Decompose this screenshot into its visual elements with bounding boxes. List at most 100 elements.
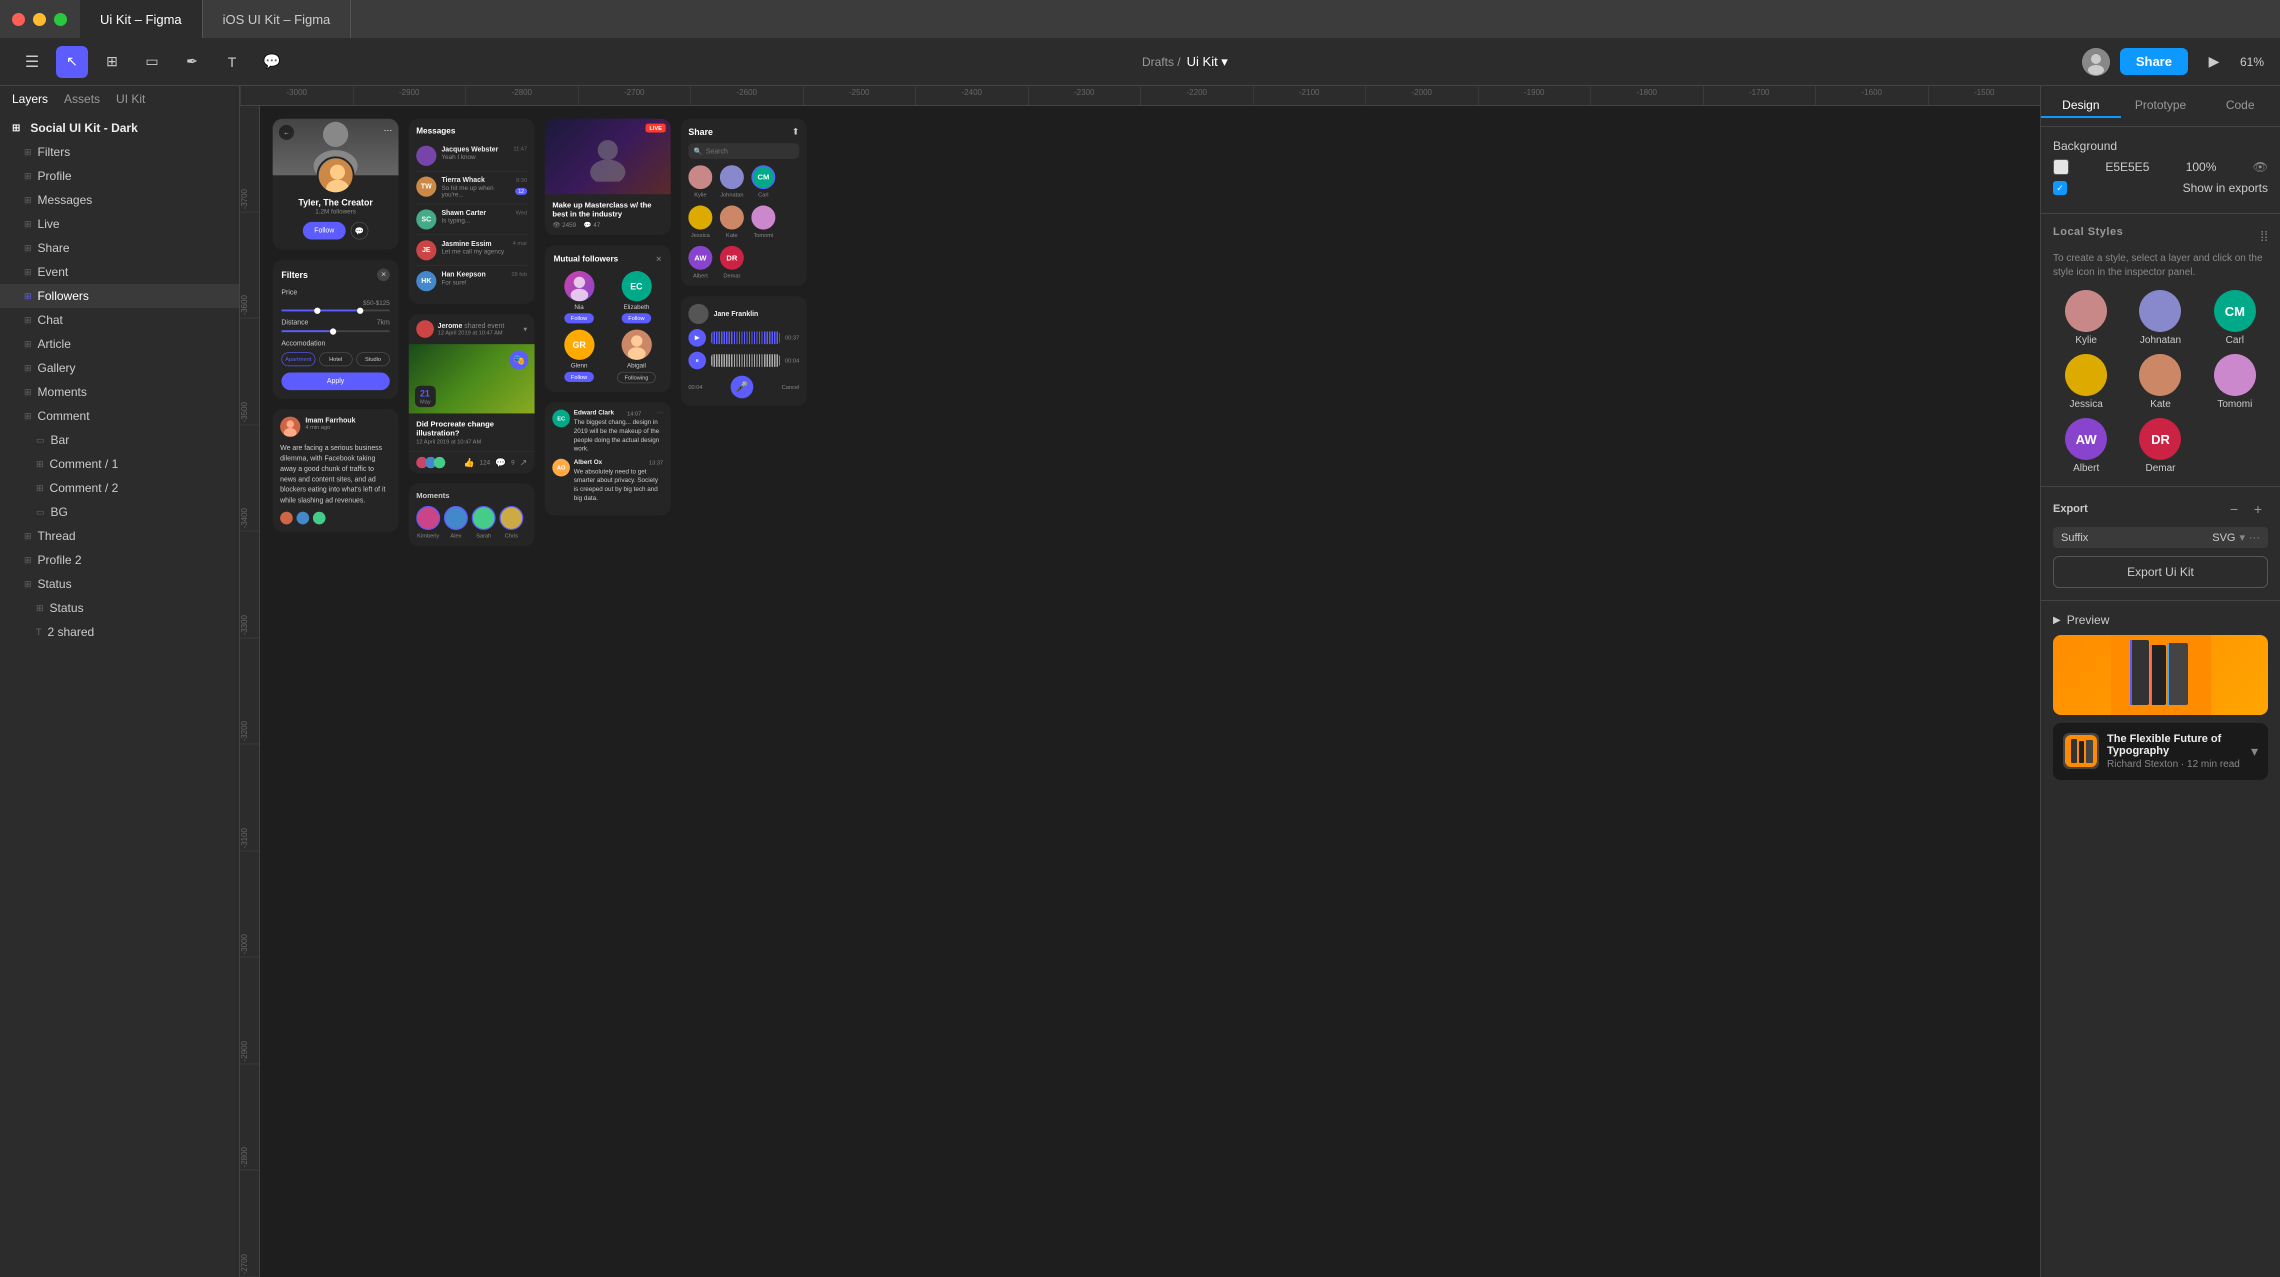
moment-kimberly: Kimberly [416, 506, 440, 539]
color-swatch[interactable] [2053, 159, 2069, 175]
sidebar-item-event[interactable]: ⊞ Event [0, 260, 239, 284]
tab-uikit[interactable]: Ui Kit – Figma [80, 0, 203, 38]
preview-image [2053, 635, 2268, 715]
distance-label: Distance 7km [281, 319, 389, 327]
accom-hotel[interactable]: Hotel [319, 352, 353, 366]
moments-card: Moments Kimberly [409, 483, 535, 546]
sidebar-item-filters[interactable]: ⊞ Filters [0, 140, 239, 164]
post-card: Jerome shared event 12 April 2019 at 10:… [409, 314, 535, 473]
text-tool[interactable]: T [216, 46, 248, 78]
shape-tool[interactable]: ▭ [136, 46, 168, 78]
following-abigail-button[interactable]: Following [618, 372, 656, 383]
toolbar-right: Share ▶ 61% [2082, 46, 2264, 78]
live-body: Make up Masterclass w/ the best in the i… [545, 194, 671, 235]
tab-code[interactable]: Code [2200, 94, 2280, 118]
filters-close-button[interactable]: ✕ [377, 269, 390, 282]
tab-layers[interactable]: Layers [12, 92, 48, 106]
tab-prototype[interactable]: Prototype [2121, 94, 2201, 118]
suffix-row: Suffix SVG ▾ ··· [2053, 527, 2268, 548]
profile-followers: 1.2M followers [280, 209, 391, 216]
pause-button[interactable]: ⏸ [688, 352, 706, 370]
play-button[interactable]: ▶ [688, 329, 706, 347]
moments-title: Moments [416, 491, 527, 500]
sidebar-item-chat[interactable]: ⊞ Chat [0, 308, 239, 332]
mutual-close-button[interactable]: ✕ [656, 254, 662, 263]
add-icon[interactable]: + [2248, 499, 2268, 519]
breadcrumb: Drafts / [1142, 55, 1181, 69]
comment-tool[interactable]: 💬 [256, 46, 288, 78]
pen-tool[interactable]: ✒ [176, 46, 208, 78]
show-exports-checkbox[interactable]: ✓ [2053, 181, 2067, 195]
sidebar-item-bg[interactable]: ▭ BG [0, 500, 239, 524]
remove-icon[interactable]: − [2224, 499, 2244, 519]
export-header: Export − + [2053, 499, 2268, 519]
column-4: Share ⬆ 🔍 [681, 119, 807, 547]
message-item-3: JE Jasmine Essim 4 mar Let me call my ag… [416, 235, 527, 266]
page-title[interactable]: Ui Kit ▾ [1187, 54, 1228, 70]
tab-ios[interactable]: iOS UI Kit – Figma [203, 0, 352, 38]
tab-uikit-panel[interactable]: UI Kit [116, 92, 145, 106]
comment-icon[interactable]: 💬 [495, 457, 506, 468]
share-upload-icon[interactable]: ⬆ [792, 126, 799, 137]
preview-expand-icon[interactable]: ▾ [2251, 743, 2258, 760]
sidebar-item-profile[interactable]: ⊞ Profile [0, 164, 239, 188]
sidebar-item-messages[interactable]: ⊞ Messages [0, 188, 239, 212]
sidebar-root[interactable]: ⊞ Social UI Kit - Dark [0, 116, 239, 140]
more-options-icon[interactable]: ··· [383, 125, 392, 135]
follow-elizabeth-button[interactable]: Follow [622, 313, 651, 323]
message-button[interactable]: 💬 [351, 222, 369, 240]
follow-button[interactable]: Follow [303, 222, 346, 240]
follow-nia-button[interactable]: Follow [565, 313, 594, 323]
sidebar-item-bar[interactable]: ▭ Bar [0, 428, 239, 452]
sidebar-item-followers[interactable]: ⊞ Followers [0, 284, 239, 308]
like-icon[interactable]: 👍 [464, 457, 475, 468]
price-slider[interactable] [281, 309, 389, 311]
live-badge: LIVE [646, 124, 666, 133]
apply-button[interactable]: Apply [281, 372, 389, 390]
accom-apartment[interactable]: Apartment [281, 352, 315, 366]
accom-studio[interactable]: Studio [356, 352, 390, 366]
cursor-tool[interactable]: ↖ [56, 46, 88, 78]
sidebar-item-comment1[interactable]: ⊞ Comment / 1 [0, 452, 239, 476]
sidebar-item-live[interactable]: ⊞ Live [0, 212, 239, 236]
sidebar-item-gallery[interactable]: ⊞ Gallery [0, 356, 239, 380]
minimize-btn[interactable] [33, 13, 46, 26]
sidebar-item-shared[interactable]: T 2 shared [0, 620, 239, 644]
play-icon[interactable]: ▶ [2198, 46, 2230, 78]
record-button[interactable]: 🎤 [731, 376, 754, 399]
tab-design[interactable]: Design [2041, 94, 2121, 118]
sidebar-item-profile2[interactable]: ⊞ Profile 2 [0, 548, 239, 572]
sidebar-item-comment2[interactable]: ⊞ Comment / 2 [0, 476, 239, 500]
menu-icon[interactable]: ☰ [16, 46, 48, 78]
back-button[interactable]: ← [279, 125, 294, 140]
toolbar-left: ☰ ↖ ⊞ ▭ ✒ T 💬 [16, 46, 288, 78]
visibility-icon[interactable]: 👁 [2253, 160, 2268, 174]
preview-toggle[interactable]: ▶ Preview [2053, 613, 2268, 627]
close-btn[interactable] [12, 13, 25, 26]
maximize-btn[interactable] [54, 13, 67, 26]
distance-slider[interactable] [281, 330, 389, 332]
toolbar-center: Drafts / Ui Kit ▾ [300, 54, 2070, 70]
accom-label: Accomodation [281, 340, 389, 348]
sidebar-item-article[interactable]: ⊞ Article [0, 332, 239, 356]
ruler-vertical: -3700 -3600 -3500 -3400 -3300 -3200 -310… [240, 106, 260, 1277]
sidebar-item-comment[interactable]: ⊞ Comment [0, 404, 239, 428]
zoom-level[interactable]: 61% [2240, 55, 2264, 69]
export-button[interactable]: Export Ui Kit [2053, 556, 2268, 588]
follow-glenn-button[interactable]: Follow [565, 372, 594, 382]
sidebar-item-moments[interactable]: ⊞ Moments [0, 380, 239, 404]
share-person-albert: AW Albert [688, 246, 712, 279]
sidebar-item-thread[interactable]: ⊞ Thread [0, 524, 239, 548]
search-input[interactable] [706, 147, 795, 155]
share-button[interactable]: Share [2120, 48, 2188, 75]
cancel-button[interactable]: Cancel [782, 384, 800, 390]
event-date-badge: 21 May [415, 386, 436, 407]
sidebar-item-status2[interactable]: ⊞ Status [0, 596, 239, 620]
sidebar-item-status[interactable]: ⊞ Status [0, 572, 239, 596]
tab-assets[interactable]: Assets [64, 92, 100, 106]
sidebar-item-share[interactable]: ⊞ Share [0, 236, 239, 260]
ruler-horizontal: -3000 -2900 -2800 -2700 -2600 -2500 -240… [240, 86, 2040, 106]
post-expand-icon[interactable]: ▾ [523, 325, 527, 334]
frame-tool[interactable]: ⊞ [96, 46, 128, 78]
share-icon[interactable]: ↗ [520, 457, 527, 468]
